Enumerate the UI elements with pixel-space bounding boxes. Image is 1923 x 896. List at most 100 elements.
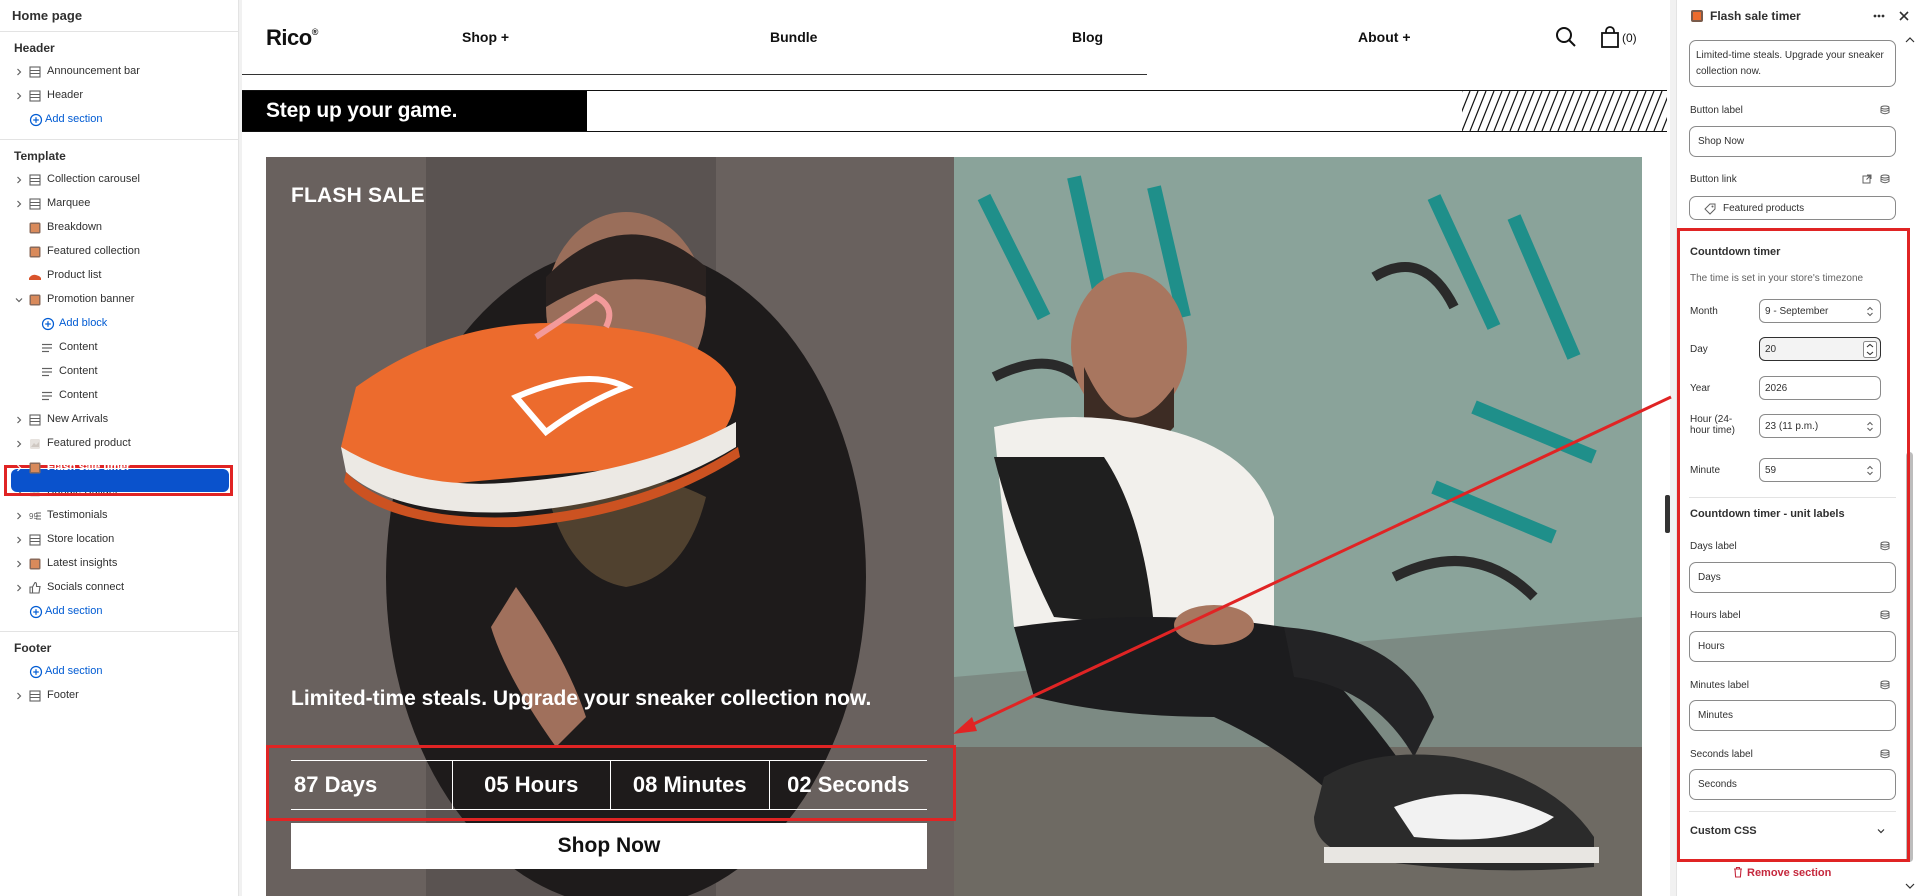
sidebar-item-store-location[interactable]: Store location xyxy=(0,528,238,552)
nav-about[interactable]: About + xyxy=(1358,29,1411,45)
external-link-icon[interactable] xyxy=(1862,174,1872,184)
sidebar-item-label: Store location xyxy=(47,533,115,545)
sidebar-item-label: Collection carousel xyxy=(47,173,140,185)
product-icon xyxy=(30,439,40,449)
image-icon xyxy=(29,246,41,258)
button-link-input[interactable]: Featured products xyxy=(1689,196,1896,220)
store-logo[interactable]: Rico® xyxy=(266,25,318,51)
chevron-down-icon[interactable] xyxy=(15,296,23,304)
sidebar-item-promotion-banner[interactable]: Promotion banner xyxy=(0,288,238,312)
nav-shop[interactable]: Shop + xyxy=(462,29,509,45)
sidebar-item-header[interactable]: Header xyxy=(0,84,238,108)
sidebar-item-featured-collection[interactable]: Featured collection xyxy=(0,240,238,264)
sidebar-item-product-list[interactable]: Product list xyxy=(0,264,238,288)
sidebar-item-content[interactable]: Content xyxy=(0,384,238,408)
header-divider xyxy=(242,74,1147,75)
chevron-right-icon[interactable] xyxy=(15,176,23,184)
add-section-label: Add section xyxy=(45,113,103,125)
banner-text: Limited-time steals. Upgrade your sneake… xyxy=(291,687,872,710)
sidebar-item-label: Announcement bar xyxy=(47,65,140,77)
add-section-header-button[interactable]: Add section xyxy=(0,108,238,132)
sidebar-item-testimonials[interactable]: 99 Testimonials xyxy=(0,504,238,528)
header-group: Header Announcement bar Header Add secti… xyxy=(0,32,238,140)
close-icon[interactable] xyxy=(1897,9,1911,23)
text-icon xyxy=(42,391,52,401)
chevron-right-icon[interactable] xyxy=(15,584,23,592)
button-link-label: Button link xyxy=(1690,174,1737,185)
remove-section-button[interactable]: Remove section xyxy=(1747,867,1831,879)
nav-bundle[interactable]: Bundle xyxy=(770,29,817,45)
page-selector[interactable]: Home page xyxy=(0,0,238,32)
sidebar-item-label: Socials connect xyxy=(47,581,125,593)
trash-icon[interactable] xyxy=(1732,866,1744,878)
chevron-right-icon[interactable] xyxy=(15,692,23,700)
chevron-right-icon[interactable] xyxy=(15,440,23,448)
button-label-label: Button label xyxy=(1690,105,1743,116)
chevron-right-icon[interactable] xyxy=(15,416,23,424)
preview-scrollbar[interactable] xyxy=(1665,0,1670,896)
add-circle-icon xyxy=(29,665,43,679)
sidebar-item-content[interactable]: Content xyxy=(0,336,238,360)
add-icon xyxy=(41,317,55,331)
cart-count[interactable]: (0) xyxy=(1622,31,1637,45)
database-icon[interactable] xyxy=(1880,174,1890,184)
chevron-right-icon[interactable] xyxy=(15,200,23,208)
button-link-value: Featured products xyxy=(1723,202,1805,214)
list-icon: 99 xyxy=(29,512,41,521)
sidebar-item-label: Testimonials xyxy=(47,509,108,521)
banner-image-right xyxy=(954,157,1642,896)
countdown-settings-highlight-box xyxy=(1677,228,1910,862)
tag-icon xyxy=(1704,203,1716,215)
add-section-template-button[interactable]: Add section xyxy=(0,600,238,624)
chevron-right-icon[interactable] xyxy=(15,512,23,520)
section-icon xyxy=(29,534,41,546)
sidebar-item-label: Promotion banner xyxy=(47,293,135,305)
image-icon xyxy=(29,294,41,306)
thumb-icon xyxy=(29,581,41,594)
chevron-right-icon[interactable] xyxy=(15,536,23,544)
section-icon xyxy=(29,414,41,426)
add-section-label: Add section xyxy=(45,605,103,617)
sidebar-item-label: Marquee xyxy=(47,197,91,209)
sidebar-item-content[interactable]: Content xyxy=(0,360,238,384)
sidebar-item-marquee[interactable]: Marquee xyxy=(0,192,238,216)
sidebar-item-announcement-bar[interactable]: Announcement bar xyxy=(0,60,238,84)
sidebar-item-breakdown[interactable]: Breakdown xyxy=(0,216,238,240)
chevron-right-icon[interactable] xyxy=(15,560,23,568)
text-field[interactable]: Limited-time steals. Upgrade your sneake… xyxy=(1689,40,1896,87)
sidebar-item-new-arrivals[interactable]: New Arrivals xyxy=(0,408,238,432)
database-icon[interactable] xyxy=(1880,105,1890,115)
chevron-right-icon[interactable] xyxy=(15,92,23,100)
sidebar-item-label: Content xyxy=(59,365,98,377)
logo-mark: ® xyxy=(311,27,319,37)
section-icon xyxy=(29,198,41,210)
sidebar-item-featured-product[interactable]: Featured product xyxy=(0,432,238,456)
add-section-label: Add section xyxy=(45,665,103,677)
template-group: Template Collection carousel Marquee Break… xyxy=(0,140,238,632)
add-section-footer-button[interactable]: Add section xyxy=(0,660,238,684)
shop-now-button[interactable]: Shop Now xyxy=(291,823,927,869)
text-icon xyxy=(42,343,52,353)
nav-blog[interactable]: Blog xyxy=(1072,29,1103,45)
sidebar-item-footer[interactable]: Footer xyxy=(0,684,238,708)
settings-title: Flash sale timer xyxy=(1710,9,1801,23)
search-icon[interactable] xyxy=(1555,26,1577,48)
sidebar-item-label: Breakdown xyxy=(47,221,103,233)
chevron-right-icon[interactable] xyxy=(15,464,23,472)
sidebar-item-label: Latest insights xyxy=(47,557,118,569)
chevron-right-icon[interactable] xyxy=(15,68,23,76)
cart-icon[interactable] xyxy=(1600,26,1620,48)
sidebar-item-label: Content xyxy=(59,341,98,353)
store-header: Rico® Shop + Bundle Blog About + (0) xyxy=(242,0,1670,76)
more-icon[interactable] xyxy=(1872,9,1886,23)
image-icon xyxy=(29,222,41,234)
sidebar-item-collection-carousel[interactable]: Collection carousel xyxy=(0,168,238,192)
add-block-button[interactable]: Add block xyxy=(0,312,238,336)
group-title-header: Header xyxy=(14,41,55,55)
button-label-input[interactable]: Shop Now xyxy=(1689,126,1896,157)
sidebar-item-latest-insights[interactable]: Latest insights xyxy=(0,552,238,576)
sidebar-item-label: Add block xyxy=(59,317,108,329)
marquee-bar: Step up your game. xyxy=(242,90,1667,132)
sidebar-item-socials-connect[interactable]: Socials connect xyxy=(0,576,238,600)
text-icon xyxy=(42,367,52,377)
